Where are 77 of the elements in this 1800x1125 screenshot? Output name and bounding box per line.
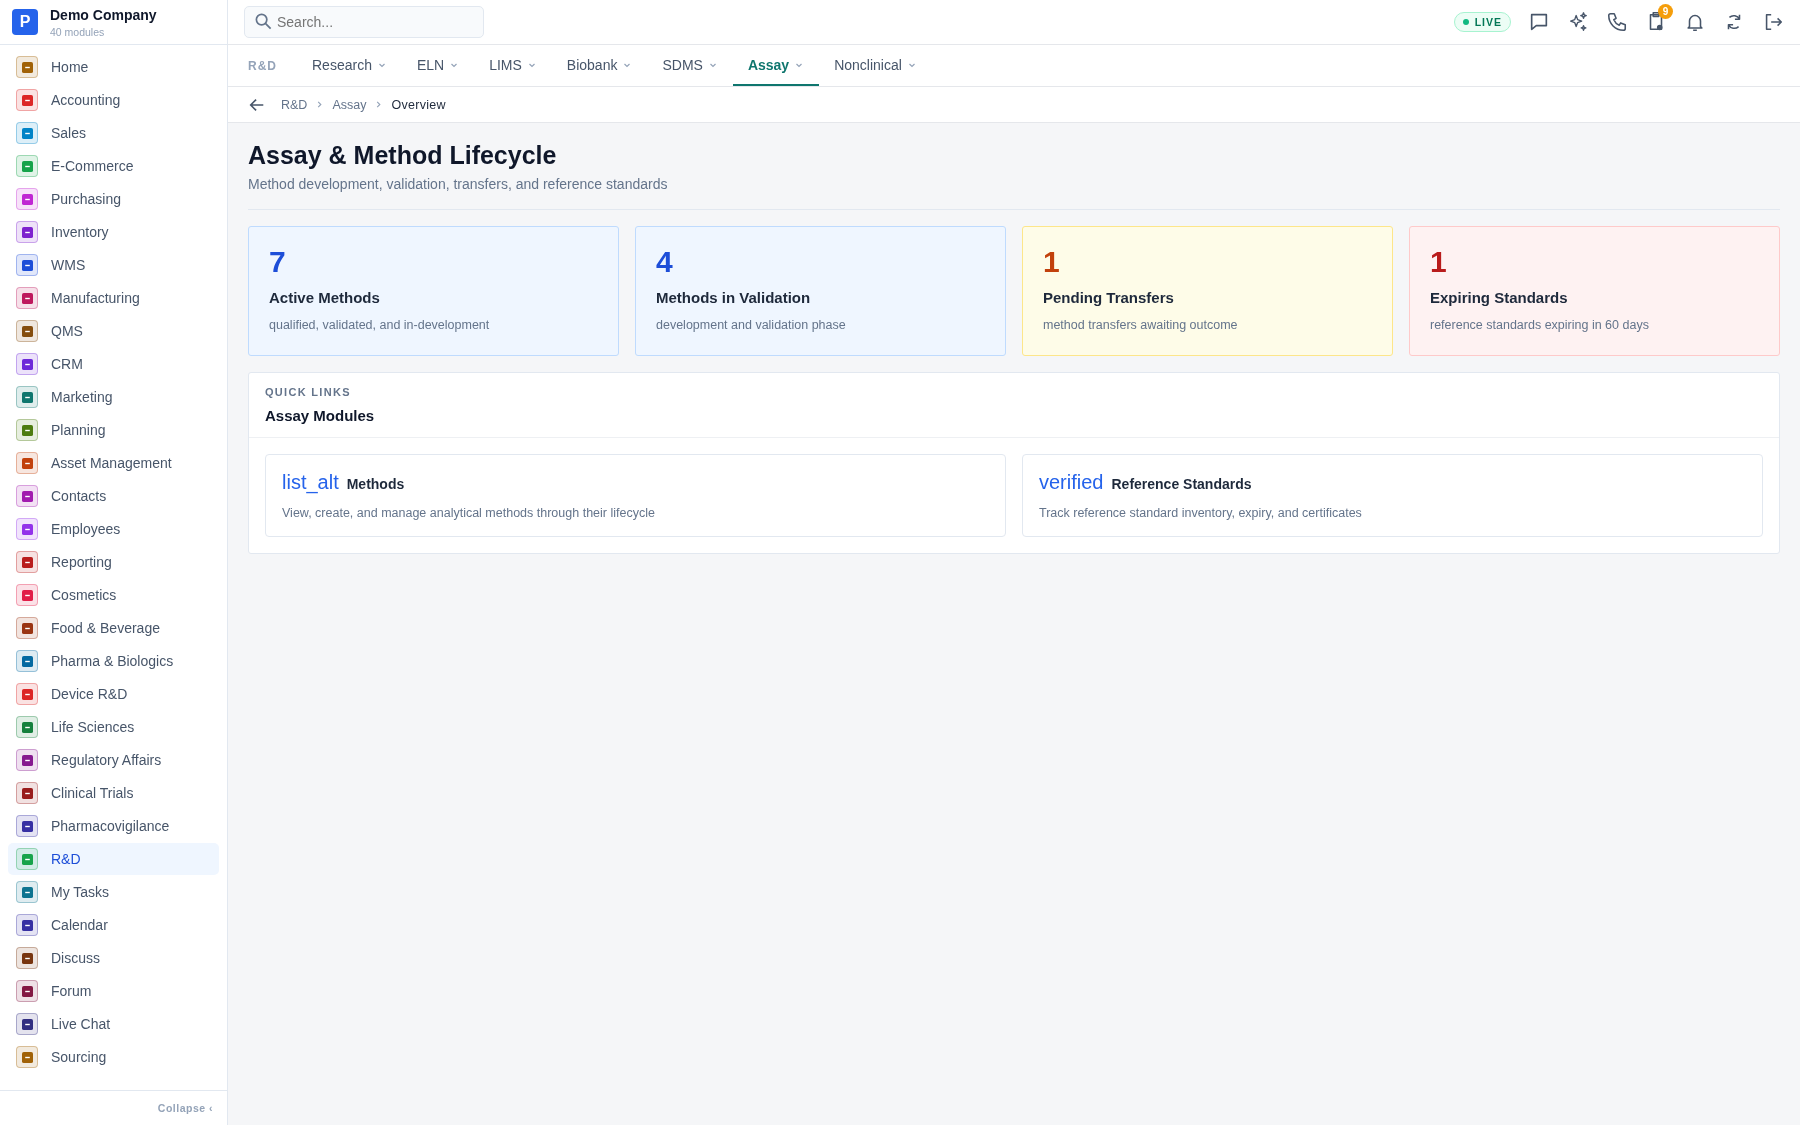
phone-icon[interactable] bbox=[1606, 11, 1628, 33]
page-subtitle: Method development, validation, transfers, and reference standards bbox=[248, 176, 669, 192]
chevron-icon bbox=[375, 100, 383, 109]
stat-value: 1 bbox=[1043, 245, 1061, 279]
stat-note: method transfers awaiting outcome bbox=[1043, 318, 1239, 332]
sidebar-item[interactable]: Life Sciences bbox=[8, 711, 219, 743]
breadcrumb-item[interactable]: R&D bbox=[281, 97, 308, 112]
link-icon-text: list_alt bbox=[282, 471, 339, 494]
section-title: Assay Modules bbox=[265, 407, 376, 424]
nav-tab[interactable]: SDMS bbox=[647, 45, 733, 86]
chevron-icon bbox=[316, 100, 324, 109]
stat-value: 7 bbox=[269, 245, 287, 279]
sidebar-item[interactable]: Manufacturing bbox=[8, 282, 219, 314]
link-description: View, create, and manage analytical methods through their lifecycle bbox=[282, 506, 656, 520]
sidebar-item[interactable]: Reporting bbox=[8, 546, 219, 578]
sidebar-item[interactable]: E-Commerce bbox=[8, 150, 219, 182]
sidebar-item[interactable]: Home bbox=[8, 51, 219, 83]
sidebar-item[interactable]: Calendar bbox=[8, 909, 219, 941]
module-link-card[interactable]: verified Reference Standards Track reference standard inventory, expiry, and certificates bbox=[1022, 454, 1763, 537]
breadcrumb-item: Overview bbox=[391, 97, 446, 112]
sidebar-item[interactable]: Pharma & Biologics bbox=[8, 645, 219, 677]
stat-label: Pending Transfers bbox=[1043, 289, 1175, 306]
sidebar-item[interactable]: Asset Management bbox=[8, 447, 219, 479]
sidebar-item[interactable]: CRM bbox=[8, 348, 219, 380]
sidebar-item[interactable]: Device R&D bbox=[8, 678, 219, 710]
section-eyebrow: QUICK LINKS bbox=[265, 386, 352, 398]
link-description: Track reference standard inventory, expiry, and certificates bbox=[1039, 506, 1363, 520]
stat-note: development and validation phase bbox=[656, 318, 847, 332]
sidebar-item[interactable]: Marketing bbox=[8, 381, 219, 413]
company-name: Demo Company bbox=[50, 6, 157, 23]
sparkle-icon[interactable] bbox=[1567, 11, 1589, 33]
sidebar-item[interactable]: Contacts bbox=[8, 480, 219, 512]
notification-badge: 9 bbox=[1658, 4, 1673, 19]
sidebar-item[interactable]: Clinical Trials bbox=[8, 777, 219, 809]
company-logo: P bbox=[12, 9, 38, 35]
stat-label: Active Methods bbox=[269, 289, 381, 306]
stat-note: qualified, validated, and in-development bbox=[269, 318, 491, 332]
sidebar-item[interactable]: Sales bbox=[8, 117, 219, 149]
sidebar-item[interactable]: Purchasing bbox=[8, 183, 219, 215]
nav-tab[interactable]: LIMS bbox=[474, 45, 552, 86]
stat-value: 1 bbox=[1430, 245, 1448, 279]
nav-tab[interactable]: Nonclinical bbox=[819, 45, 932, 86]
sidebar-item[interactable]: Sourcing bbox=[8, 1041, 219, 1073]
sidebar-item[interactable]: R&D bbox=[8, 843, 219, 875]
link-title: Methods bbox=[346, 476, 405, 492]
sidebar-item[interactable]: Employees bbox=[8, 513, 219, 545]
sidebar-item[interactable]: Live Chat bbox=[8, 1008, 219, 1040]
nav-tab[interactable]: Research bbox=[297, 45, 402, 86]
search-field[interactable]: Search... bbox=[244, 6, 484, 38]
stat-value: 4 bbox=[656, 245, 674, 279]
nav-tab[interactable]: Biobank bbox=[551, 45, 648, 86]
sidebar-item[interactable]: Food & Beverage bbox=[8, 612, 219, 644]
module-link-card[interactable]: list_alt Methods View, create, and manage analytical methods through their lifecycle bbox=[265, 454, 1006, 537]
sidebar-item[interactable]: QMS bbox=[8, 315, 219, 347]
stat-note: reference standards expiring in 60 days bbox=[1430, 318, 1650, 332]
module-count: 40 modules bbox=[50, 25, 106, 38]
sidebar-item[interactable]: Inventory bbox=[8, 216, 219, 248]
link-icon-text: verified bbox=[1039, 471, 1104, 494]
live-badge: LIVE bbox=[1453, 12, 1511, 32]
sidebar-item[interactable]: Forum bbox=[8, 975, 219, 1007]
nav-tab[interactable]: ELN bbox=[401, 45, 475, 86]
sidebar-item[interactable]: WMS bbox=[8, 249, 219, 281]
sidebar-item[interactable]: Accounting bbox=[8, 84, 219, 116]
sidebar-item[interactable]: Pharmacovigilance bbox=[8, 810, 219, 842]
page-title: Assay & Method Lifecycle bbox=[248, 141, 558, 170]
sidebar-item[interactable]: My Tasks bbox=[8, 876, 219, 908]
stat-label: Methods in Validation bbox=[656, 289, 812, 306]
breadcrumb-item[interactable]: Assay bbox=[332, 97, 367, 112]
sidebar-item[interactable]: Discuss bbox=[8, 942, 219, 974]
sidebar-item[interactable]: Regulatory Affairs bbox=[8, 744, 219, 776]
stat-label: Expiring Standards bbox=[1430, 289, 1569, 306]
section-label: R&D bbox=[248, 57, 277, 75]
search-icon bbox=[254, 12, 273, 31]
link-title: Reference Standards bbox=[1111, 476, 1252, 492]
chat-icon[interactable] bbox=[1528, 11, 1550, 33]
sidebar-item[interactable]: Planning bbox=[8, 414, 219, 446]
sidebar-item[interactable]: Cosmetics bbox=[8, 579, 219, 611]
